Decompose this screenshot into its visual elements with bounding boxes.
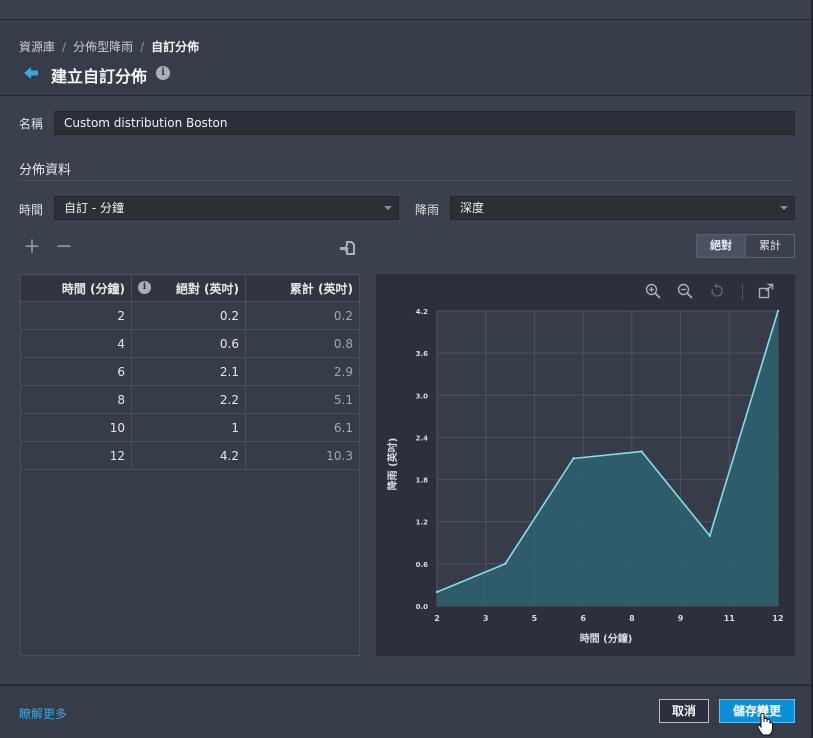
cell-cumulative: 0.2 (245, 301, 359, 330)
data-point[interactable] (776, 309, 780, 313)
cell-time[interactable]: 6 (21, 357, 132, 386)
data-point[interactable] (708, 534, 711, 537)
y-tick-label: 3.0 (416, 392, 429, 400)
main-panel: 名稱 Custom distribution Boston 分佈資料 時間 自訂… (0, 96, 811, 684)
table-row[interactable]: 10 1 6.1 (21, 413, 359, 442)
y-tick-label: 3.6 (416, 350, 429, 358)
cell-cumulative: 6.1 (245, 413, 359, 442)
info-icon[interactable]: i (156, 66, 170, 80)
back-arrow-icon[interactable] (22, 64, 40, 82)
table-row[interactable]: 6 2.1 2.9 (21, 357, 359, 386)
x-axis-label: 時間 (分鐘) (580, 632, 633, 645)
cell-cumulative: 0.8 (245, 329, 359, 358)
breadcrumb-distributed-rainfall[interactable]: 分佈型降雨 (73, 40, 133, 54)
footer: 瞭解更多 取消 儲存變更 (0, 685, 811, 738)
table-row[interactable]: 8 2.2 5.1 (21, 385, 359, 414)
distribution-table: 時間 (分鐘) i 絕對 (英吋) 累計 (英吋) 2 0.2 0.2 4 0.6 0.8 6… (20, 274, 360, 656)
table-row[interactable]: 2 0.2 0.2 (21, 301, 359, 330)
cell-time[interactable]: 10 (21, 413, 132, 442)
time-select-value: 自訂 - 分鐘 (64, 201, 124, 215)
hand-cursor-icon (757, 712, 773, 736)
add-row-icon[interactable]: ＋ (23, 239, 41, 257)
cell-cumulative: 2.9 (245, 357, 359, 386)
learn-more-link[interactable]: 瞭解更多 (19, 705, 67, 722)
header-absolute: i 絕對 (英吋) (131, 275, 246, 302)
x-tick-label: 5 (532, 614, 538, 623)
header-cumulative: 累計 (英吋) (245, 275, 359, 302)
breadcrumb-separator: / (62, 40, 67, 54)
cell-time[interactable]: 2 (21, 301, 132, 330)
rain-select-value: 深度 (460, 201, 485, 215)
value-mode-toggle: 絕對 累計 (696, 234, 795, 258)
time-label: 時間 (19, 203, 44, 217)
cell-absolute[interactable]: 1 (131, 413, 246, 442)
rain-select[interactable]: 深度 (450, 196, 795, 220)
breadcrumb-current: 自訂分佈 (151, 40, 200, 54)
section-title: 分佈資料 (19, 163, 72, 178)
toggle-cumulative[interactable]: 累計 (746, 235, 794, 257)
y-tick-label: 2.4 (416, 434, 429, 442)
name-label: 名稱 (19, 117, 44, 131)
cell-cumulative: 5.1 (245, 385, 359, 414)
section-divider (19, 180, 795, 181)
x-tick-label: 9 (678, 614, 684, 623)
time-select[interactable]: 自訂 - 分鐘 (54, 196, 399, 220)
data-point[interactable] (435, 590, 439, 594)
breadcrumb-separator: / (140, 40, 145, 54)
cancel-button[interactable]: 取消 (659, 699, 709, 723)
rain-label: 降雨 (415, 203, 440, 217)
cell-absolute[interactable]: 0.6 (131, 329, 246, 358)
rainfall-chart: 2 3 5 6 8 9 11 12 0.0 0.6 1.2 1.8 2.4 3.0 3.6 4.2 時間 (分… (386, 308, 784, 645)
chevron-down-icon (384, 206, 392, 210)
y-axis-label: 降雨 (英吋) (386, 438, 399, 491)
remove-row-icon[interactable]: － (55, 239, 73, 257)
x-tick-label: 11 (724, 614, 736, 623)
cell-absolute[interactable]: 2.2 (131, 385, 246, 414)
x-tick-label: 2 (434, 614, 440, 623)
table-row[interactable]: 4 0.6 0.8 (21, 329, 359, 358)
y-tick-label: 0.0 (416, 603, 429, 611)
cell-absolute[interactable]: 0.2 (131, 301, 246, 330)
name-input[interactable]: Custom distribution Boston (54, 111, 795, 135)
table-row[interactable]: 12 4.2 10.3 (21, 441, 359, 470)
page-header: 資源庫 / 分佈型降雨 / 自訂分佈 建立自訂分佈 i (0, 20, 811, 96)
chart-panel: 2 3 5 6 8 9 11 12 0.0 0.6 1.2 1.8 2.4 3.0 3.6 4.2 時間 (分… (376, 274, 795, 656)
cell-time[interactable]: 4 (21, 329, 132, 358)
data-point[interactable] (504, 562, 507, 566)
y-tick-label: 0.6 (416, 561, 429, 569)
x-tick-label: 12 (772, 614, 783, 623)
x-tick-label: 8 (629, 614, 635, 623)
page-title: 建立自訂分佈 (51, 67, 148, 86)
x-tick-label: 3 (483, 614, 489, 623)
data-point[interactable] (640, 450, 643, 453)
cell-absolute[interactable]: 2.1 (131, 357, 246, 386)
table-header-row: 時間 (分鐘) i 絕對 (英吋) 累計 (英吋) (21, 275, 359, 302)
cell-cumulative: 10.3 (245, 441, 359, 470)
header-time: 時間 (分鐘) (21, 275, 132, 302)
toggle-absolute[interactable]: 絕對 (697, 235, 746, 257)
breadcrumb: 資源庫 / 分佈型降雨 / 自訂分佈 (19, 38, 199, 55)
y-tick-label: 4.2 (416, 308, 429, 316)
cell-time[interactable]: 8 (21, 385, 132, 414)
y-tick-label: 1.8 (416, 477, 429, 485)
header-absolute-label: 絕對 (英吋) (175, 281, 239, 296)
cell-time[interactable]: 12 (21, 441, 132, 470)
breadcrumb-library[interactable]: 資源庫 (19, 40, 55, 54)
y-tick-label: 1.2 (416, 519, 429, 527)
info-icon[interactable]: i (138, 280, 151, 294)
x-tick-label: 6 (580, 614, 586, 623)
chevron-down-icon (780, 206, 788, 210)
import-icon[interactable] (339, 239, 357, 257)
top-bar (0, 0, 811, 20)
cell-absolute[interactable]: 4.2 (131, 441, 246, 470)
data-point[interactable] (572, 457, 575, 460)
